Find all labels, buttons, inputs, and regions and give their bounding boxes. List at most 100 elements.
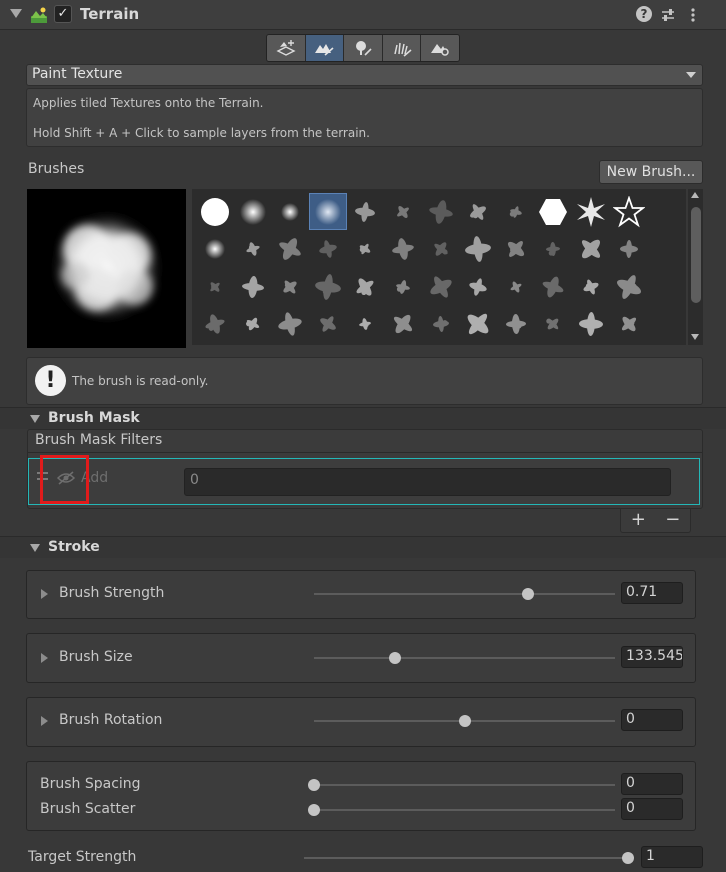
brush-thumbnail[interactable] — [234, 306, 272, 343]
brush-spacing-field[interactable]: 0 — [621, 773, 683, 795]
brush-thumbnail[interactable] — [271, 231, 309, 268]
brush-spacing-slider[interactable] — [308, 779, 615, 791]
slider-knob[interactable] — [622, 852, 634, 864]
brush-strength-field[interactable]: 0.71 — [621, 582, 683, 604]
brush-thumbnail[interactable] — [271, 193, 309, 230]
brush-thumbnail[interactable] — [309, 306, 347, 343]
paint-mode-dropdown[interactable]: Paint Texture — [26, 64, 703, 86]
brush-thumbnail[interactable] — [534, 268, 572, 305]
brush-thumbnail[interactable] — [610, 306, 648, 343]
brush-thumbnail[interactable] — [234, 231, 272, 268]
brush-thumbnail[interactable] — [610, 193, 648, 230]
add-filter-button[interactable]: + — [621, 509, 656, 532]
brush-shape-icon — [396, 279, 410, 294]
brush-thumbnail[interactable] — [534, 231, 572, 268]
brush-thumbnail[interactable] — [346, 268, 384, 305]
mask-filters-title: Brush Mask Filters — [35, 432, 163, 448]
help-icon[interactable]: ? — [636, 6, 652, 22]
terrain-component-icon — [31, 7, 47, 23]
scroll-down-icon[interactable] — [691, 334, 699, 340]
divider — [28, 452, 702, 453]
brush-mask-section-header[interactable]: Brush Mask — [0, 407, 726, 429]
brush-thumbnail[interactable] — [196, 306, 234, 343]
brush-strength-slider[interactable] — [314, 588, 615, 600]
expand-arrow-icon[interactable] — [41, 716, 48, 726]
brush-thumbnail[interactable] — [346, 306, 384, 343]
brush-thumbnail[interactable] — [271, 268, 309, 305]
brush-rotation-field[interactable]: 0 — [621, 709, 683, 731]
expand-arrow-icon[interactable] — [41, 653, 48, 663]
brush-thumbnail[interactable] — [572, 306, 610, 343]
brush-thumbnail[interactable] — [422, 193, 460, 230]
brush-shape-icon — [579, 312, 603, 336]
brush-thumbnail[interactable] — [384, 268, 422, 305]
brush-scatter-field[interactable]: 0 — [621, 798, 683, 820]
mask-filter-value-field[interactable]: 0 — [184, 468, 671, 496]
brush-thumbnail[interactable] — [346, 193, 384, 230]
brush-thumbnail[interactable] — [196, 193, 234, 230]
brush-thumbnail[interactable] — [497, 268, 535, 305]
brush-thumbnail[interactable] — [459, 306, 497, 343]
brush-thumbnail[interactable] — [384, 193, 422, 230]
brush-scatter-slider[interactable] — [308, 804, 615, 816]
brush-thumbnail[interactable] — [497, 193, 535, 230]
brush-rotation-slider[interactable] — [314, 715, 615, 727]
expand-arrow-icon[interactable] — [41, 589, 48, 599]
more-options-icon[interactable] — [690, 7, 696, 23]
brush-thumbnail[interactable] — [384, 306, 422, 343]
brush-strength-label: Brush Strength — [59, 585, 165, 601]
scroll-up-icon[interactable] — [691, 192, 699, 198]
create-neighbor-terrains-tool[interactable] — [267, 35, 306, 61]
brush-thumbnail[interactable] — [497, 306, 535, 343]
brush-thumbnail[interactable] — [459, 268, 497, 305]
remove-filter-button[interactable]: − — [656, 509, 691, 532]
brush-thumbnail[interactable] — [534, 193, 572, 230]
brush-thumbnail[interactable] — [572, 231, 610, 268]
brush-thumbnail[interactable] — [422, 268, 460, 305]
slider-knob[interactable] — [521, 588, 534, 600]
brush-thumbnail[interactable] — [610, 231, 648, 268]
brush-thumbnail[interactable] — [308, 193, 347, 230]
slider-knob[interactable] — [308, 779, 320, 791]
brush-thumbnail[interactable] — [422, 231, 460, 268]
brush-thumbnail[interactable] — [234, 268, 272, 305]
brush-thumbnail[interactable] — [384, 231, 422, 268]
brush-thumbnail[interactable] — [534, 306, 572, 343]
brush-thumbnail[interactable] — [346, 231, 384, 268]
brush-thumbnail[interactable] — [422, 306, 460, 343]
brush-thumbnail[interactable] — [459, 193, 497, 230]
foldout-arrow-icon[interactable] — [10, 9, 22, 18]
brush-size-slider[interactable] — [314, 652, 615, 664]
list-add-remove-controls: + − — [620, 509, 691, 533]
new-brush-button[interactable]: New Brush... — [599, 160, 703, 184]
mask-filter-row[interactable]: Add 0 — [28, 458, 700, 505]
brush-thumbnail[interactable] — [309, 268, 347, 305]
brush-thumbnail[interactable] — [610, 268, 648, 305]
brush-shape-icon — [359, 318, 372, 330]
brush-shape-icon — [507, 241, 524, 257]
brush-thumbnail[interactable] — [196, 231, 234, 268]
brush-thumbnail[interactable] — [459, 231, 497, 268]
slider-knob[interactable] — [308, 804, 320, 816]
brush-thumbnail[interactable] — [234, 193, 272, 230]
brush-thumbnail[interactable] — [572, 268, 610, 305]
target-strength-field[interactable]: 1 — [641, 846, 703, 868]
slider-knob[interactable] — [458, 715, 471, 727]
brush-thumbnail[interactable] — [309, 231, 347, 268]
target-strength-slider[interactable] — [304, 852, 634, 864]
paint-trees-tool[interactable] — [344, 35, 383, 61]
brush-shape-icon — [239, 198, 266, 225]
scrollbar-thumb[interactable] — [691, 207, 701, 303]
brush-thumbnail[interactable] — [271, 306, 309, 343]
terrain-settings-tool[interactable] — [421, 35, 459, 61]
enabled-checkbox[interactable]: ✓ — [54, 5, 72, 23]
brush-thumbnail[interactable] — [196, 268, 234, 305]
paint-terrain-tool[interactable] — [305, 35, 345, 61]
presets-sliders-icon[interactable] — [660, 7, 676, 23]
readonly-info-box: ! The brush is read-only. — [26, 357, 703, 405]
stroke-section-header[interactable]: Stroke — [0, 536, 726, 558]
brush-thumbnail[interactable] — [497, 231, 535, 268]
brush-thumbnail[interactable] — [572, 193, 610, 230]
paint-details-tool[interactable] — [382, 35, 422, 61]
brush-size-field[interactable]: 133.545 — [621, 646, 683, 668]
